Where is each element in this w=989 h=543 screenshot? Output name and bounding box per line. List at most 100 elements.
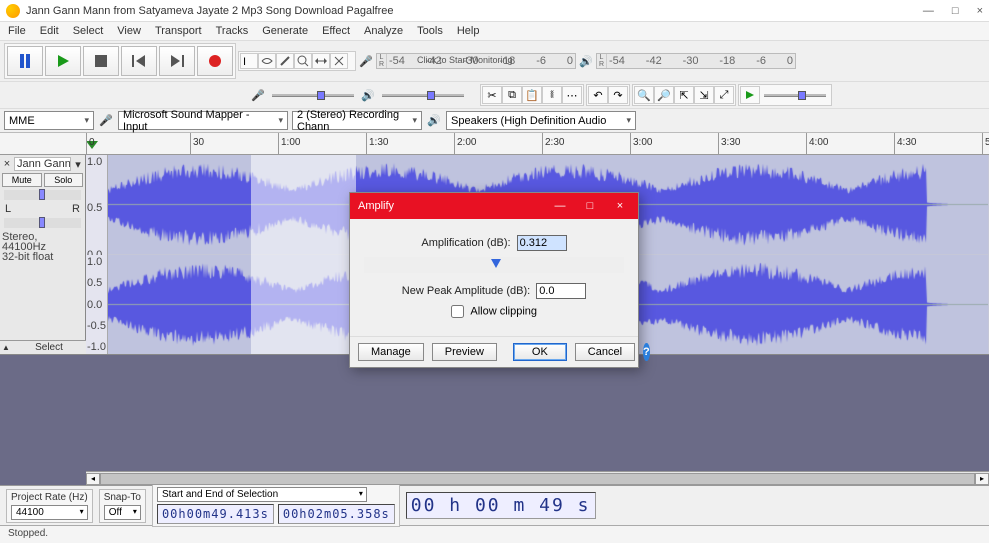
track-close-button[interactable]: × [2, 158, 12, 170]
pause-button[interactable] [7, 46, 43, 76]
zoom-in-icon[interactable]: 🔍 [634, 86, 654, 104]
skip-end-button[interactable] [159, 46, 195, 76]
menu-help[interactable]: Help [457, 25, 480, 37]
amplification-slider[interactable] [364, 257, 624, 273]
selection-tool-icon[interactable]: I [240, 53, 258, 69]
silence-icon[interactable]: ⋯ [562, 86, 582, 104]
timeline-tick: 30 [190, 133, 204, 154]
mute-button[interactable]: Mute [2, 173, 42, 187]
selection-toolbar: Project Rate (Hz) 44100 Snap-To Off Star… [0, 485, 989, 525]
recording-volume-slider[interactable] [268, 87, 358, 103]
menu-transport[interactable]: Transport [155, 25, 202, 37]
zoom-toggle-icon[interactable]: ⤢ [714, 86, 734, 104]
track-control-panel: × Jann Gann M ▾ Mute Solo LR Stereo, 441… [0, 155, 86, 354]
help-icon[interactable]: ? [643, 343, 650, 361]
allow-clipping-label: Allow clipping [470, 305, 537, 317]
menu-select[interactable]: Select [73, 25, 104, 37]
window-minimize-button[interactable]: — [923, 5, 934, 17]
track-name[interactable]: Jann Gann M [14, 157, 71, 171]
copy-icon[interactable]: ⧉ [502, 86, 522, 104]
track-pan-slider[interactable] [4, 218, 81, 228]
horizontal-scrollbar[interactable]: ◂ ▸ [86, 471, 989, 485]
timeshift-tool-icon[interactable] [312, 53, 330, 69]
playback-device-select[interactable]: Speakers (High Definition Audio [446, 111, 636, 130]
speaker-slider-icon: 🔊 [360, 87, 376, 103]
menu-tracks[interactable]: Tracks [216, 25, 249, 37]
amplitude-scale-2: 1.00.50.0-0.5-1.0 [86, 255, 108, 354]
multi-tool-icon[interactable] [330, 53, 348, 69]
manage-button[interactable]: Manage [358, 343, 424, 361]
skip-start-button[interactable] [121, 46, 157, 76]
cut-icon[interactable]: ✂ [482, 86, 502, 104]
selection-end-field[interactable]: 00h02m05.358s [278, 504, 395, 524]
timeline-tick: 3:00 [630, 133, 652, 154]
dialog-maximize-button[interactable]: □ [580, 200, 600, 212]
fit-project-icon[interactable]: ⇲ [694, 86, 714, 104]
recording-channels-select[interactable]: 2 (Stereo) Recording Chann [292, 111, 422, 130]
paste-icon[interactable]: 📋 [522, 86, 542, 104]
scroll-left-icon[interactable]: ◂ [86, 473, 100, 485]
fit-selection-icon[interactable]: ⇱ [674, 86, 694, 104]
menu-edit[interactable]: Edit [40, 25, 59, 37]
recording-device-select[interactable]: Microsoft Sound Mapper - Input [118, 111, 288, 130]
scroll-right-icon[interactable]: ▸ [975, 473, 989, 485]
snap-to-select[interactable]: Off [104, 505, 141, 520]
svg-text:I: I [243, 56, 246, 67]
timeline-ruler[interactable]: 0301:001:302:002:303:003:304:004:305:00 [0, 133, 989, 155]
selection-start-field[interactable]: 00h00m49.413s [157, 504, 274, 524]
dialog-close-button[interactable]: × [610, 200, 630, 212]
zoom-tool-icon[interactable] [294, 53, 312, 69]
envelope-tool-icon[interactable] [258, 53, 276, 69]
speaker-device-icon: 🔊 [426, 113, 442, 129]
timeline-tick: 2:30 [542, 133, 564, 154]
project-rate-select[interactable]: 44100 [11, 505, 88, 520]
selection-format-select[interactable]: Start and End of Selection [157, 487, 367, 502]
menu-file[interactable]: File [8, 25, 26, 37]
track-gain-slider[interactable] [4, 190, 81, 200]
undo-icon[interactable]: ↶ [588, 86, 608, 104]
menu-view[interactable]: View [117, 25, 141, 37]
menu-effect[interactable]: Effect [322, 25, 350, 37]
track-select-button[interactable]: Select [12, 342, 86, 353]
allow-clipping-checkbox[interactable] [451, 305, 464, 318]
window-close-button[interactable]: × [977, 5, 983, 17]
playback-speed-slider[interactable] [760, 87, 830, 103]
new-peak-label: New Peak Amplitude (dB): [402, 285, 530, 297]
selection-region[interactable] [251, 155, 356, 354]
audio-host-select[interactable]: MME [4, 111, 94, 130]
mic-device-icon: 🎤 [98, 113, 114, 129]
track-format-line1: Stereo, 44100Hz [2, 232, 83, 252]
preview-button[interactable]: Preview [432, 343, 497, 361]
new-peak-input[interactable] [536, 283, 586, 299]
zoom-out-icon[interactable]: 🔎 [654, 86, 674, 104]
stop-button[interactable] [83, 46, 119, 76]
track-menu-button[interactable]: ▾ [73, 158, 83, 171]
toolbar-area: I 🎤 L R Click to Start Monitoring -54 -4… [0, 41, 989, 133]
timeline-tick: 3:30 [718, 133, 740, 154]
amplification-label: Amplification (dB): [421, 237, 510, 249]
timeline-tick: 4:30 [894, 133, 916, 154]
redo-icon[interactable]: ↷ [608, 86, 628, 104]
play-button[interactable] [45, 46, 81, 76]
dialog-minimize-button[interactable]: — [550, 200, 570, 212]
playback-meter[interactable]: L R -54 -42 -30 -18 -6 0 [596, 53, 796, 69]
project-rate-label: Project Rate (Hz) [11, 492, 88, 503]
record-button[interactable] [197, 46, 233, 76]
amplification-input[interactable] [517, 235, 567, 251]
menu-generate[interactable]: Generate [262, 25, 308, 37]
menu-tools[interactable]: Tools [417, 25, 443, 37]
window-maximize-button[interactable]: □ [952, 5, 959, 17]
timeline-tick: 5:00 [982, 133, 989, 154]
draw-tool-icon[interactable] [276, 53, 294, 69]
track-collapse-icon[interactable]: ▲ [0, 343, 12, 352]
recording-meter[interactable]: L R Click to Start Monitoring -54 -42 -3… [376, 53, 576, 69]
speaker-icon: 🔊 [578, 53, 594, 69]
ok-button[interactable]: OK [513, 343, 567, 361]
trim-icon[interactable]: ⧛ [542, 86, 562, 104]
play-at-speed-icon[interactable] [740, 86, 760, 104]
playback-volume-slider[interactable] [378, 87, 468, 103]
menu-analyze[interactable]: Analyze [364, 25, 403, 37]
solo-button[interactable]: Solo [44, 173, 84, 187]
timeline-tick: 1:00 [278, 133, 300, 154]
cancel-button[interactable]: Cancel [575, 343, 635, 361]
